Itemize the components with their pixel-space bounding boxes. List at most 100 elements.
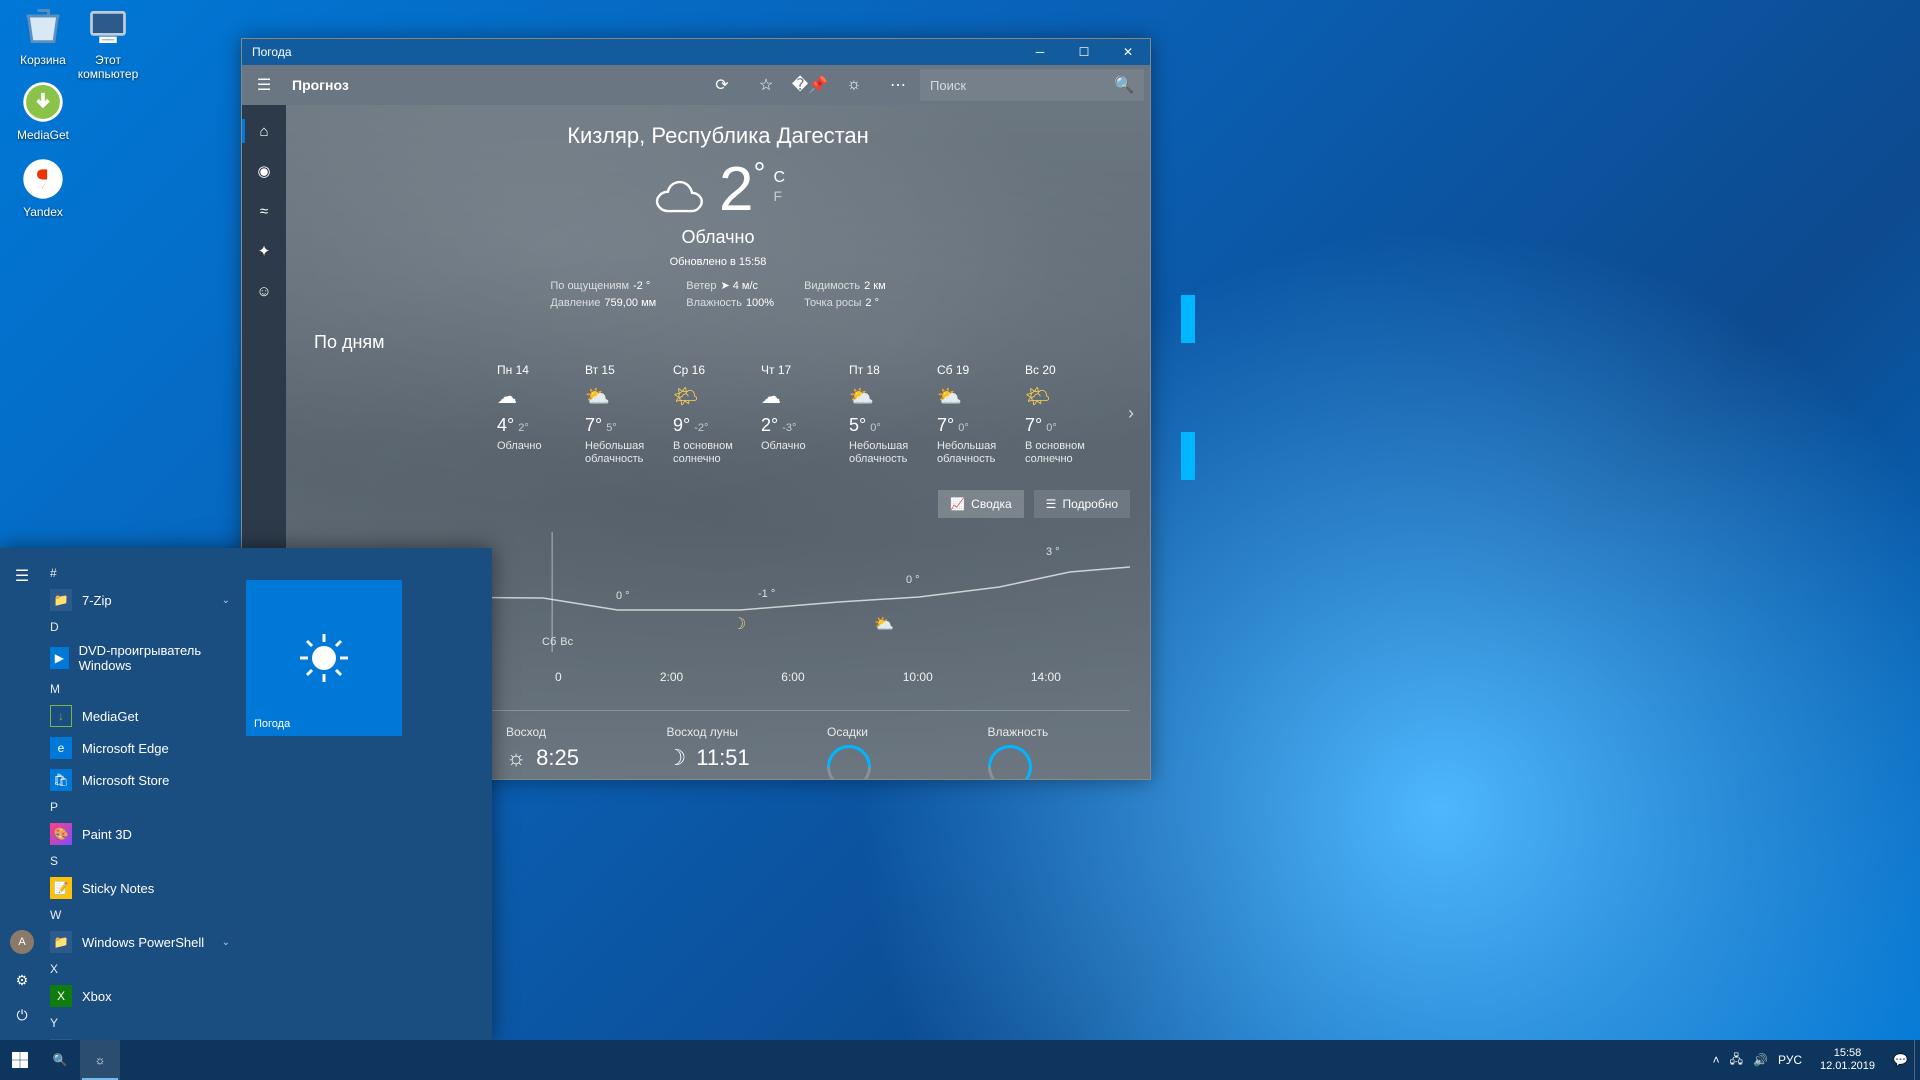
daily-day[interactable]: Вс 20 🌤 7°0° В основном солнечно [1025,363,1113,466]
summary-button[interactable]: 📈 Сводка [938,490,1023,518]
app-powershell[interactable]: 📁Windows PowerShell⌄ [44,926,236,958]
settings-button[interactable]: ⚙ [16,972,29,989]
location-name: Кизляр, Республика Дагестан [306,123,1130,149]
current-temp: 2 [719,155,753,224]
app-edge[interactable]: eMicrosoft Edge [44,732,236,764]
tray-expand-icon[interactable]: ˄ [1713,1053,1720,1067]
list-header[interactable]: D [44,616,236,638]
app-toolbar: ☰ Прогноз ⟳ ☆ �📌 ☼ ⋯ 🔍 [242,65,1150,105]
unit-celsius[interactable]: C [773,169,785,187]
tile-label: Погода [254,718,290,730]
yandex-icon [21,157,65,201]
network-icon[interactable]: 🖧 [1730,1050,1743,1071]
minimize-button[interactable]: ─ [1018,39,1062,65]
computer-icon [86,5,130,49]
detail-button[interactable]: ☰ Подробно [1034,490,1130,518]
close-button[interactable]: ✕ [1106,39,1150,65]
favorite-button[interactable]: ☆ [744,65,788,105]
clock-time: 15:58 [1820,1047,1875,1060]
user-account-button[interactable]: А [10,930,34,954]
weather-stats: По ощущениям-2 ° Давление759,00 мм Ветер… [306,278,1130,312]
taskbar-search[interactable]: 🔍 [40,1040,80,1080]
start-button[interactable] [0,1040,40,1080]
action-center-icon[interactable]: 💬 [1893,1053,1908,1067]
moonrise-label: Восход луны [667,725,810,739]
daily-day[interactable]: Вт 15 ⛅ 7°5° Небольшая облачность [585,363,673,466]
bottom-cards: Восход ☼8:25 Восход луны ☽11:51 Осадки В… [506,725,1130,779]
daily-next-arrow[interactable]: › [1128,403,1134,424]
language-indicator[interactable]: РУС [1778,1053,1802,1067]
list-header[interactable]: Y [44,1012,236,1034]
windows-icon [12,1052,28,1068]
power-button[interactable]: ⏻ [16,1007,27,1024]
list-header[interactable]: S [44,850,236,872]
start-app-list[interactable]: # 📁7-Zip⌄ D ▶DVD-проигрыватель Windows M… [44,548,236,1040]
desktop-icon-yandex[interactable]: Yandex [5,157,81,219]
moonrise-icon: ☽ [667,745,687,771]
humidity-label: Влажность [988,725,1131,739]
start-tiles: Погода [236,548,492,1040]
search-box[interactable]: 🔍 [920,69,1144,101]
app-store[interactable]: 🛍Microsoft Store [44,764,236,796]
current-condition: Облачно [306,227,1130,248]
weather-icon: ⛅ [937,383,1025,409]
system-tray: ˄ 🖧 🔊 РУС 15:58 12.01.2019 💬 [1713,1047,1914,1073]
list-header[interactable]: P [44,796,236,818]
sidebar-history[interactable]: ≈ [242,191,286,231]
desktop-icon-label: Yandex [23,205,63,219]
sidebar-maps[interactable]: ◉ [242,151,286,191]
app-7zip[interactable]: 📁7-Zip⌄ [44,584,236,616]
desktop-icon-mediaget[interactable]: MediaGet [5,80,81,142]
window-title: Погода [252,45,292,59]
daily-day[interactable]: Пн 14 ☁ 4°2° Облачно [497,363,585,466]
maximize-button[interactable]: ☐ [1062,39,1106,65]
start-menu: ☰ А ⚙ ⏻ # 📁7-Zip⌄ D ▶DVD-проигрыватель W… [0,548,492,1040]
daily-day[interactable]: Пт 18 ⛅ 5°0° Небольшая облачность [849,363,937,466]
sidebar-forecast[interactable]: ⌂ [242,111,286,151]
daily-day[interactable]: Чт 17 ☁ 2°-3° Облачно [761,363,849,466]
start-expand-button[interactable]: ☰ [0,548,44,586]
cloud-icon [651,175,709,223]
toolbar-title: Прогноз [292,77,349,93]
sunrise-label: Восход [506,725,649,739]
theme-button[interactable]: ☼ [832,65,876,105]
recycle-bin-icon [21,5,65,49]
daily-day[interactable]: Сб 19 ⛅ 7°0° Небольшая облачность [937,363,1025,466]
list-header[interactable]: X [44,958,236,980]
chevron-down-icon: ⌄ [222,595,230,606]
daily-day[interactable]: Ср 16 🌤 9°-2° В основном солнечно [673,363,761,466]
sidebar-favorites[interactable]: ✦ [242,231,286,271]
list-header[interactable]: W [44,904,236,926]
daily-forecast: Пн 14 ☁ 4°2° ОблачноВт 15 ⛅ 7°5° Небольш… [497,363,1130,466]
precip-label: Осадки [827,725,970,739]
hamburger-button[interactable]: ☰ [242,75,286,95]
tile-weather[interactable]: Погода [246,580,402,736]
search-input[interactable] [930,78,1114,93]
desktop-icon-this-pc[interactable]: Этот компьютер [70,5,146,81]
search-icon[interactable]: 🔍 [1114,75,1134,95]
pin-button[interactable]: �📌 [788,65,832,105]
app-dvd-player[interactable]: ▶DVD-проигрыватель Windows [44,638,236,678]
taskbar-weather-app[interactable]: ☼ [80,1040,120,1080]
humidity-gauge [978,736,1040,779]
list-header[interactable]: # [44,562,236,584]
window-titlebar[interactable]: Погода ─ ☐ ✕ [242,39,1150,65]
mediaget-icon [21,80,65,124]
app-xbox[interactable]: XXbox [44,980,236,1012]
list-header[interactable]: M [44,678,236,700]
weather-icon: ☁ [497,383,585,409]
sidebar-news[interactable]: ☺ [242,271,286,311]
app-paint3d[interactable]: 🎨Paint 3D [44,818,236,850]
app-mediaget[interactable]: ↓MediaGet [44,700,236,732]
moon-icon: ☽ [732,614,746,634]
show-desktop-button[interactable] [1914,1040,1920,1080]
weather-icon: ⛅ [585,383,673,409]
volume-icon[interactable]: 🔊 [1753,1053,1768,1067]
refresh-button[interactable]: ⟳ [700,65,744,105]
taskbar: 🔍 ☼ ˄ 🖧 🔊 РУС 15:58 12.01.2019 💬 [0,1040,1920,1080]
more-button[interactable]: ⋯ [876,65,920,105]
app-sticky-notes[interactable]: 📝Sticky Notes [44,872,236,904]
weather-icon: 🌤 [673,383,761,409]
unit-fahrenheit[interactable]: F [773,187,785,205]
taskbar-clock[interactable]: 15:58 12.01.2019 [1812,1047,1883,1073]
